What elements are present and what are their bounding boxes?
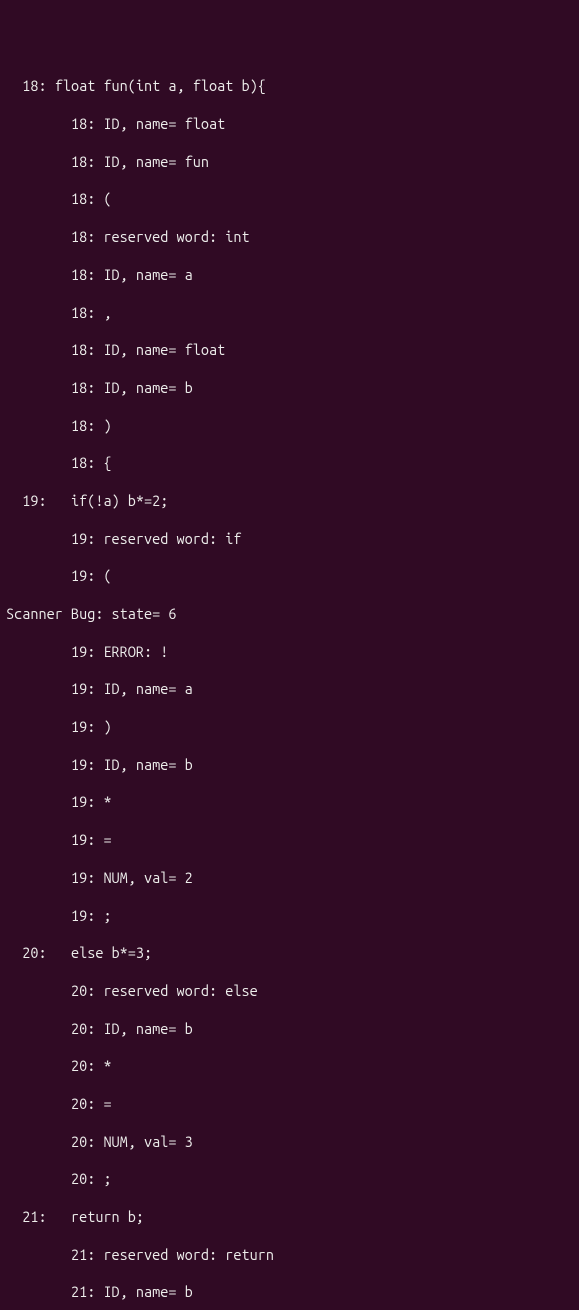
- terminal-line: 18: float fun(int a, float b){: [6, 77, 573, 96]
- terminal-line: 18: ID, name= float: [6, 341, 573, 360]
- terminal-line: 18: reserved word: int: [6, 228, 573, 247]
- terminal-line: 19: NUM, val= 2: [6, 869, 573, 888]
- terminal-line: 20: ID, name= b: [6, 1020, 573, 1039]
- terminal-line: 19: ): [6, 718, 573, 737]
- terminal-line: 18: ): [6, 417, 573, 436]
- terminal-line: 20: =: [6, 1095, 573, 1114]
- terminal-line: 21: return b;: [6, 1208, 573, 1227]
- terminal-line: 18: {: [6, 454, 573, 473]
- terminal-line: 18: ,: [6, 304, 573, 323]
- terminal-line: 20: else b*=3;: [6, 944, 573, 963]
- terminal-line: 20: ;: [6, 1170, 573, 1189]
- terminal-line: 19: ID, name= b: [6, 756, 573, 775]
- terminal-line: 18: ID, name= b: [6, 379, 573, 398]
- terminal-line: 20: *: [6, 1057, 573, 1076]
- terminal-line: 19: reserved word: if: [6, 530, 573, 549]
- terminal-line: 21: reserved word: return: [6, 1246, 573, 1265]
- terminal-line: 20: NUM, val= 3: [6, 1133, 573, 1152]
- terminal-line: 19: *: [6, 793, 573, 812]
- terminal-line: 18: (: [6, 190, 573, 209]
- terminal-line: 19: ID, name= a: [6, 680, 573, 699]
- terminal-line: 19: =: [6, 831, 573, 850]
- terminal-line: 19: ;: [6, 907, 573, 926]
- terminal-line: 19: ERROR: !: [6, 643, 573, 662]
- terminal-line: 19: (: [6, 567, 573, 586]
- terminal-line: 20: reserved word: else: [6, 982, 573, 1001]
- terminal-line: 19: if(!a) b*=2;: [6, 492, 573, 511]
- terminal-line: 18: ID, name= fun: [6, 153, 573, 172]
- terminal-line: 18: ID, name= float: [6, 115, 573, 134]
- terminal-line: 18: ID, name= a: [6, 266, 573, 285]
- terminal-line: Scanner Bug: state= 6: [6, 605, 573, 624]
- terminal-line: 21: ID, name= b: [6, 1283, 573, 1302]
